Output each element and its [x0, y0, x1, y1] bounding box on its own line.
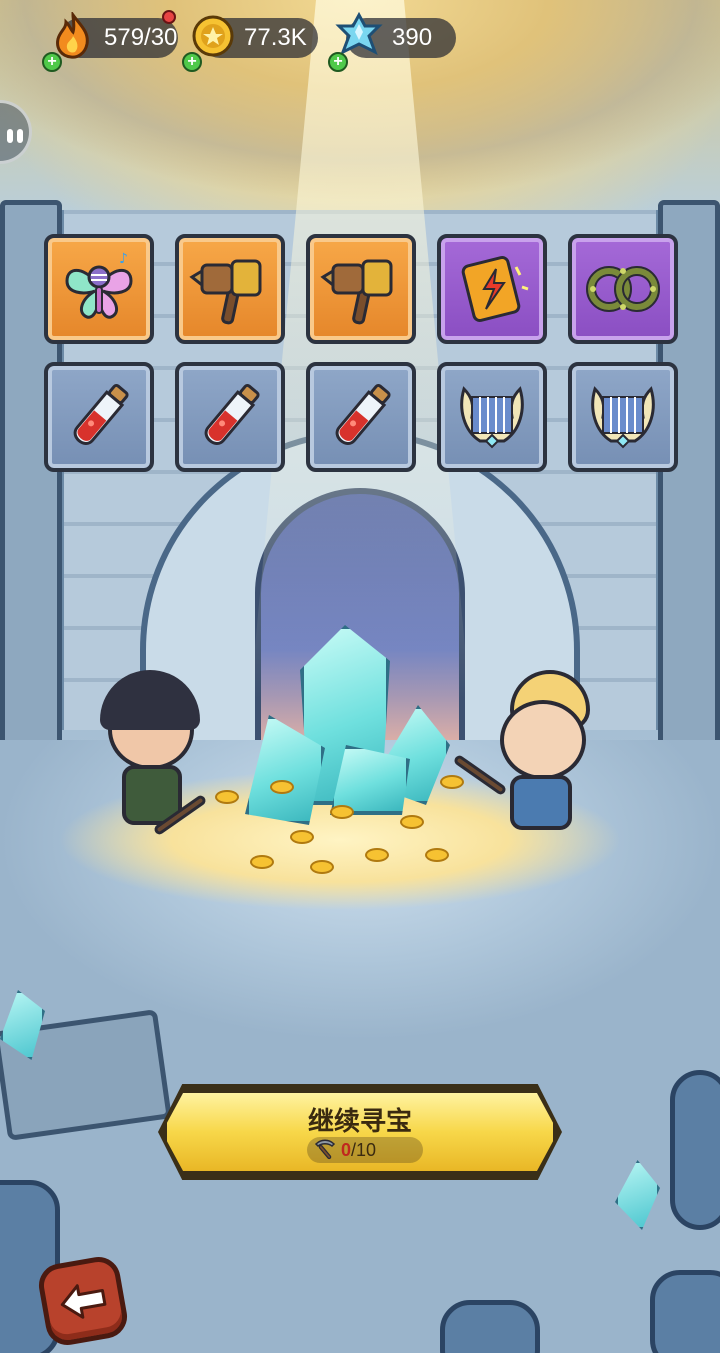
add-energy-icon[interactable]: +: [42, 52, 62, 72]
gems-value: 390: [392, 24, 433, 51]
flame-icon: +: [42, 10, 98, 72]
back-arrow-icon: [60, 1284, 107, 1319]
crystal-icon: +: [328, 10, 384, 72]
potion-icon: [335, 384, 391, 445]
continue-button-label: 继续寻宝: [307, 1107, 412, 1137]
gold-coin: [215, 790, 239, 804]
lightning-book-icon: [461, 256, 529, 322]
boulder: [440, 1300, 540, 1353]
loot-slot-red-potion[interactable]: [306, 362, 416, 472]
pickaxe-cost: 0/10: [307, 1137, 423, 1163]
gold-coin: [270, 780, 294, 794]
boulder: [670, 1070, 720, 1230]
energy-counter[interactable]: + 579/30: [42, 10, 178, 72]
energy-value: 579/30: [104, 24, 178, 51]
gold-coin: [330, 805, 354, 819]
notification-pin-icon: [162, 10, 176, 24]
continue-treasure-button[interactable]: 继续寻宝 0/10: [162, 1088, 558, 1176]
gold-coin: [365, 848, 389, 862]
loot-slot-fairy-wings[interactable]: ♪: [44, 234, 154, 344]
loot-slot-war-hammer[interactable]: [175, 234, 285, 344]
potion-icon: [73, 384, 129, 445]
miner-hero-right: [470, 670, 600, 850]
lyre-icon: [591, 386, 655, 449]
miner-hero-left: [100, 670, 210, 850]
loot-slot-red-potion[interactable]: [44, 362, 154, 472]
hammer-icon: [320, 259, 393, 325]
loot-slot-spell-book[interactable]: [437, 234, 547, 344]
boulder: [650, 1270, 720, 1353]
gold-coin: [250, 855, 274, 869]
gold-coin-icon: +: [182, 10, 238, 72]
gold-coin: [400, 815, 424, 829]
potion-icon: [204, 384, 260, 445]
loot-slot-red-potion[interactable]: [175, 362, 285, 472]
back-button[interactable]: [35, 1253, 131, 1349]
gold-counter[interactable]: + 77.3K: [182, 15, 318, 72]
loot-slot-golden-lyre[interactable]: [437, 362, 547, 472]
loot-slot-thorn-ring[interactable]: [568, 234, 678, 344]
gem-counter[interactable]: + 390: [328, 12, 456, 72]
butterfly-wings-icon: ♪: [65, 251, 133, 319]
thorn-ring-icon: [586, 266, 660, 312]
add-gold-icon[interactable]: +: [182, 52, 202, 72]
hammer-icon: [189, 259, 262, 325]
gold-value: 77.3K: [244, 24, 307, 51]
add-gems-icon[interactable]: +: [328, 52, 348, 72]
resource-bar: + 579/30 + 77.3K + 390: [0, 10, 720, 72]
gold-coin: [440, 775, 464, 789]
gold-coin: [425, 848, 449, 862]
gold-coin: [290, 830, 314, 844]
loot-slot-war-hammer[interactable]: [306, 234, 416, 344]
svg-text:♪: ♪: [119, 251, 128, 267]
pickaxe-count-current: 0: [341, 1140, 352, 1160]
gold-coin: [310, 860, 334, 874]
pickaxe-icon: [314, 1139, 336, 1160]
lyre-icon: [460, 386, 524, 449]
loot-slot-golden-lyre[interactable]: [568, 362, 678, 472]
pickaxe-count-total: /10: [351, 1140, 377, 1160]
